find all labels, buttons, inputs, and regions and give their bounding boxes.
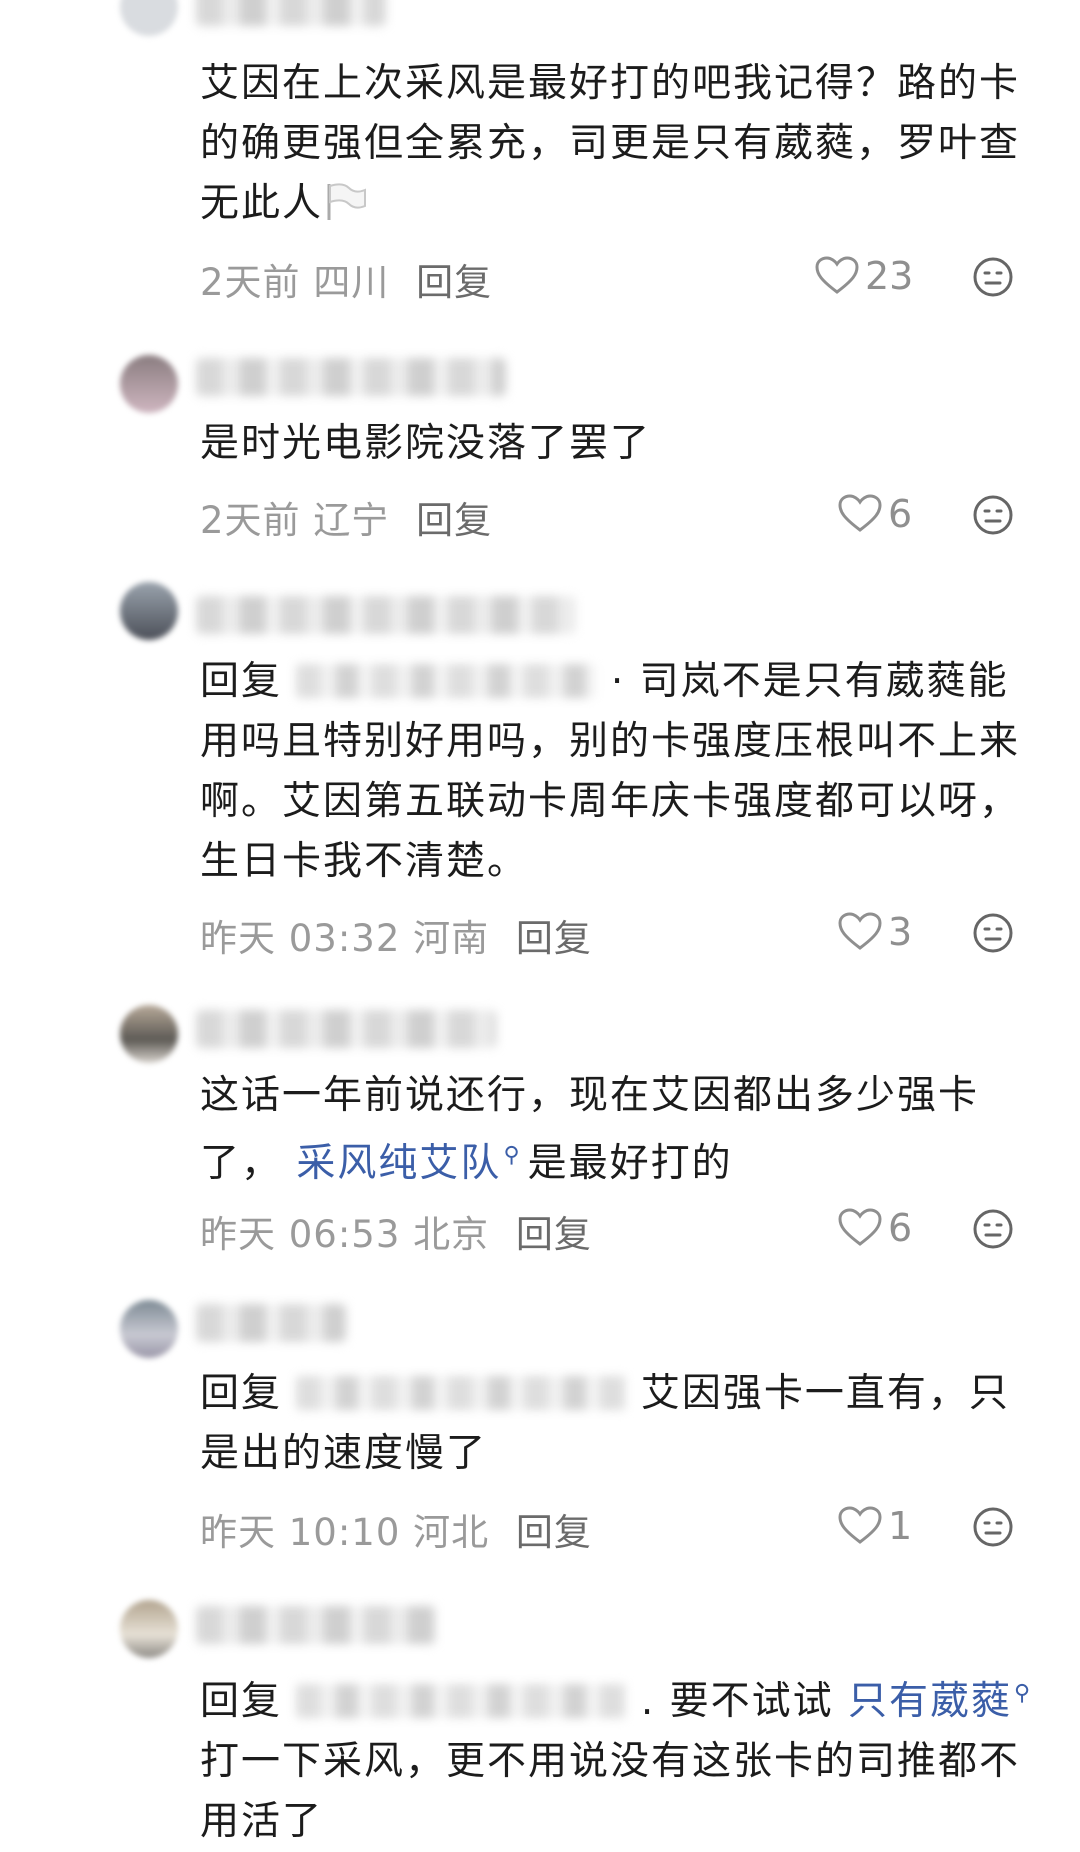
avatar[interactable]: [120, 0, 178, 36]
like-count: 23: [865, 254, 914, 298]
username-masked[interactable]: [196, 596, 576, 634]
like-count: 6: [888, 1206, 913, 1250]
reply-prefix: 回复: [200, 1679, 283, 1724]
reaction-face-icon[interactable]: [972, 912, 1014, 954]
comment-text: 回复 · 司岚不是只有葳蕤能用吗且特别好用吗，别的卡强度压根叫不上来啊。艾因第五…: [200, 659, 1021, 884]
reaction-face-icon[interactable]: [972, 1208, 1014, 1250]
comment-meta: 昨天 10:10 河北 回复: [200, 1511, 592, 1554]
search-link[interactable]: 只有葳蕤: [848, 1679, 1012, 1724]
reply-button[interactable]: 回复: [516, 1213, 592, 1256]
reaction-face-icon[interactable]: [972, 1506, 1014, 1548]
avatar[interactable]: [120, 1005, 178, 1063]
comment-text: 回复 . 要不试试 只有葳蕤⚲打一下采风，更不用说没有这张卡的司推都不用活了: [200, 1664, 1040, 1852]
reply-button[interactable]: 回复: [516, 1511, 592, 1554]
comment-meta: 2天前 四川 回复: [200, 261, 493, 304]
username-masked[interactable]: [196, 1010, 496, 1048]
reply-button[interactable]: 回复: [416, 261, 492, 304]
username-masked[interactable]: [196, 358, 506, 396]
heart-icon: [838, 494, 882, 532]
heart-icon: [838, 1506, 882, 1544]
search-icon[interactable]: ⚲: [1014, 1664, 1032, 1724]
heart-icon: [815, 256, 859, 294]
heart-icon: [838, 1208, 882, 1246]
comment-text: 是时光电影院没落了罢了: [200, 421, 652, 466]
reaction-face-icon[interactable]: [972, 256, 1014, 298]
like-button[interactable]: 6: [838, 1206, 912, 1250]
white-flag-icon: [323, 180, 367, 240]
comment-text: 艾因在上次采风是最好打的吧我记得？路的卡的确更强但全累充，司更是只有葳蕤，罗叶查…: [200, 54, 1040, 240]
reply-button[interactable]: 回复: [416, 499, 492, 542]
username-masked[interactable]: [196, 0, 386, 26]
username-masked[interactable]: [196, 1606, 436, 1644]
avatar[interactable]: [120, 1600, 178, 1658]
mentioned-user-masked[interactable]: [296, 1376, 627, 1410]
comment-text: 这话一年前说还行，现在艾因都出多少强卡了， 采风纯艾队⚲ 是最好打的: [200, 1073, 980, 1186]
like-button[interactable]: 6: [838, 492, 912, 536]
avatar[interactable]: [120, 355, 178, 413]
like-button[interactable]: 1: [838, 1504, 912, 1548]
mentioned-user-masked[interactable]: [296, 1684, 627, 1718]
avatar[interactable]: [120, 582, 178, 640]
search-link[interactable]: 采风纯艾队: [296, 1141, 501, 1186]
like-count: 6: [888, 492, 913, 536]
like-button[interactable]: 3: [838, 910, 912, 954]
comment-meta: 昨天 03:32 河南 回复: [200, 917, 592, 960]
comment-meta: 2天前 辽宁 回复: [200, 499, 493, 542]
avatar[interactable]: [120, 1300, 178, 1358]
search-icon[interactable]: ⚲: [503, 1126, 521, 1186]
username-masked[interactable]: [196, 1304, 346, 1342]
reply-prefix: 回复: [200, 659, 283, 704]
comment-meta: 昨天 06:53 北京 回复: [200, 1213, 592, 1256]
reaction-face-icon[interactable]: [972, 494, 1014, 536]
mentioned-user-masked[interactable]: [296, 664, 597, 698]
like-button[interactable]: 23: [815, 254, 913, 298]
reply-prefix: 回复: [200, 1371, 283, 1416]
reply-button[interactable]: 回复: [516, 917, 592, 960]
heart-icon: [838, 912, 882, 950]
like-count: 1: [888, 1504, 913, 1548]
comment-text: 回复 艾因强卡一直有，只是出的速度慢了: [200, 1371, 1010, 1476]
like-count: 3: [888, 910, 913, 954]
